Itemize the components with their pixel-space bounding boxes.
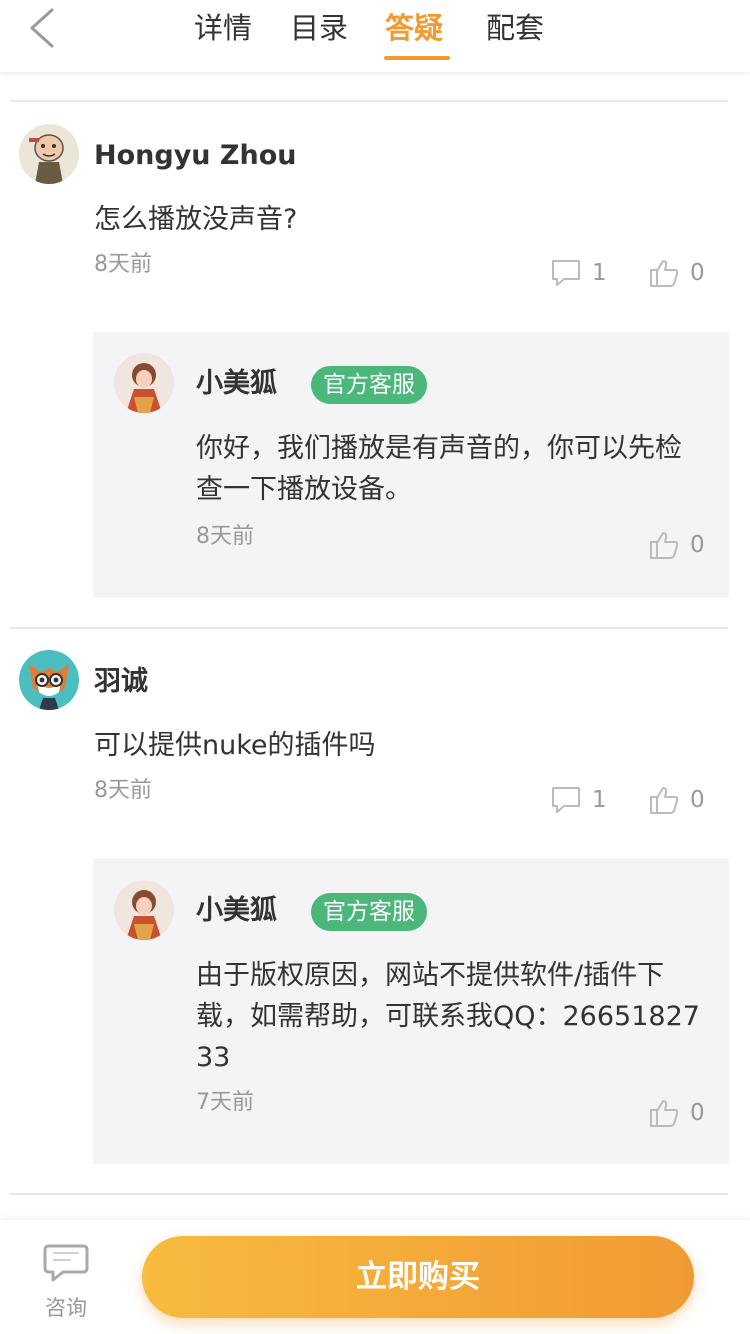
thumbs-up-icon [650, 1100, 679, 1127]
like-count: 0 [690, 532, 705, 558]
avatar-illustration [114, 353, 174, 413]
reply-time: 8天前 [196, 524, 254, 549]
question-text: 怎么播放没声音? [94, 204, 298, 235]
like-button[interactable]: 0 [648, 785, 705, 815]
tab-supplements[interactable]: 配套 [486, 8, 544, 48]
user-avatar[interactable] [19, 650, 79, 710]
like-button[interactable]: 0 [648, 258, 705, 288]
consult-button[interactable]: 咨询 [30, 1240, 102, 1320]
avatar-illustration [19, 650, 79, 710]
divider [10, 1193, 728, 1195]
tab-bar: 详情 目录 答疑 配套 [0, 0, 750, 72]
user-name: Hongyu Zhou [94, 140, 297, 171]
official-badge: 官方客服 [311, 893, 427, 931]
comment-button[interactable]: 1 [550, 258, 607, 288]
reply-text: 由于版权原因，网站不提供软件/插件下载，如需帮助，可联系我QQ：26651827… [196, 960, 700, 1073]
consult-label: 咨询 [45, 1296, 87, 1320]
like-count: 0 [690, 1100, 705, 1126]
reply-text: 你好，我们播放是有声音的，你可以先检查一下播放设备。 [196, 433, 682, 505]
user-avatar[interactable] [19, 124, 79, 184]
divider [10, 627, 728, 629]
thumbs-up-icon [650, 260, 679, 287]
comment-icon [552, 260, 580, 286]
reply-like-button[interactable]: 0 [648, 530, 705, 560]
reply-avatar[interactable] [114, 353, 174, 413]
active-tab-indicator [384, 56, 450, 60]
tab-catalog[interactable]: 目录 [290, 8, 348, 48]
chat-icon [43, 1244, 89, 1282]
comment-icon [552, 787, 580, 813]
avatar-illustration [114, 880, 174, 940]
top-nav: 详情 目录 答疑 配套 [0, 0, 750, 72]
user-name: 羽诚 [94, 666, 148, 697]
comment-count: 1 [592, 260, 607, 286]
like-count: 0 [690, 787, 705, 813]
avatar-illustration [19, 124, 79, 184]
qa-list: Hongyu Zhou 怎么播放没声音? 8天前 1 0 小美狐 官方客服 你好… [0, 72, 750, 1220]
reply-user-name: 小美狐 [196, 368, 277, 399]
divider [10, 100, 728, 102]
official-reply: 小美狐 官方客服 你好，我们播放是有声音的，你可以先检查一下播放设备。 8天前 … [93, 332, 729, 598]
thumbs-up-icon [650, 532, 679, 559]
reply-like-button[interactable]: 0 [648, 1098, 705, 1128]
bottom-bar: 咨询 立即购买 [0, 1220, 750, 1334]
reply-avatar[interactable] [114, 880, 174, 940]
tab-details[interactable]: 详情 [194, 8, 252, 48]
like-count: 0 [690, 260, 705, 286]
question-text: 可以提供nuke的插件吗 [94, 730, 376, 761]
comment-count: 1 [592, 787, 607, 813]
thumbs-up-icon [650, 787, 679, 814]
tab-qa[interactable]: 答疑 [385, 8, 443, 48]
buy-now-button[interactable]: 立即购买 [142, 1236, 694, 1318]
official-reply: 小美狐 官方客服 由于版权原因，网站不提供软件/插件下载，如需帮助，可联系我QQ… [93, 858, 729, 1164]
reply-user-name: 小美狐 [196, 895, 277, 926]
comment-button[interactable]: 1 [550, 785, 607, 815]
question-time: 8天前 [94, 778, 152, 803]
official-badge: 官方客服 [311, 366, 427, 404]
question-time: 8天前 [94, 252, 152, 277]
reply-time: 7天前 [196, 1090, 254, 1115]
